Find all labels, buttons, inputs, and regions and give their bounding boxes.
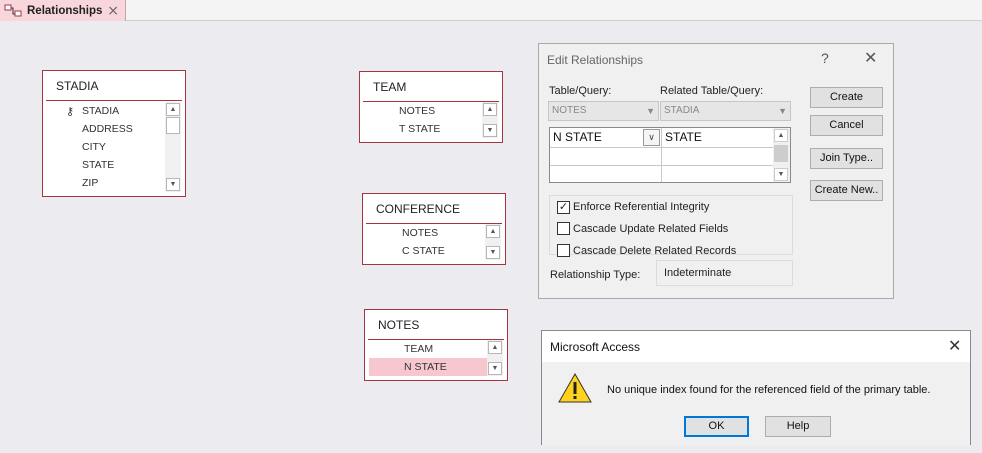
field-name: STADIA (82, 105, 120, 117)
vertical-scrollbar[interactable]: ▲ ▼ (482, 102, 498, 138)
cascade-update-label: Cascade Update Related Fields (573, 223, 729, 235)
chevron-down-icon: ▼ (778, 106, 787, 116)
field-row[interactable]: ⚷ STADIA (47, 102, 181, 120)
table-team[interactable]: TEAM NOTES T STATE ▲ ▼ (359, 71, 503, 143)
field-mapping-grid[interactable]: N STATE ∨ STATE ▲ ▼ (549, 127, 791, 183)
table-conference[interactable]: CONFERENCE NOTES C STATE ▲ ▼ (362, 193, 506, 265)
message-text: No unique index found for the referenced… (607, 384, 931, 396)
scroll-down-arrow-icon[interactable]: ▼ (488, 362, 502, 375)
table-title[interactable]: TEAM (363, 72, 499, 102)
field-row[interactable]: ZIP (47, 174, 181, 192)
field-list: NOTES T STATE ▲ ▼ (364, 102, 498, 138)
options-group: ✓ Enforce Referential Integrity Cascade … (549, 195, 793, 257)
grid-divider (550, 147, 774, 148)
ok-button[interactable]: OK (684, 416, 749, 437)
cascade-delete-checkbox[interactable] (557, 244, 570, 257)
primary-key-icon: ⚷ (66, 106, 75, 118)
document-tab-bar: Relationships ⨯ (0, 0, 982, 21)
message-title: Microsoft Access (550, 340, 641, 354)
enforce-integrity-checkbox[interactable]: ✓ (557, 201, 570, 214)
message-box: Microsoft Access ✕ No unique index found… (541, 330, 971, 445)
scroll-down-arrow-icon[interactable]: ▼ (166, 178, 180, 191)
field-list: TEAM N STATE ▲ ▼ (369, 340, 503, 376)
scroll-thumb[interactable] (774, 145, 788, 162)
vertical-scrollbar[interactable]: ▲ ▼ (165, 102, 181, 192)
field-row[interactable]: C STATE (367, 242, 501, 260)
scroll-up-arrow-icon[interactable]: ▲ (483, 103, 497, 116)
tab-relationships[interactable]: Relationships ⨯ (0, 0, 126, 21)
scroll-down-arrow-icon[interactable]: ▼ (483, 124, 497, 137)
related-table-select[interactable]: STADIA ▼ (660, 101, 791, 121)
dialog-title: Edit Relationships (547, 53, 644, 67)
warning-icon (558, 373, 592, 403)
scroll-up-arrow-icon[interactable]: ▲ (486, 225, 500, 238)
scroll-down-arrow-icon[interactable]: ▼ (486, 246, 500, 259)
scroll-down-arrow-icon[interactable]: ▼ (774, 168, 788, 181)
relationships-icon (4, 4, 22, 16)
enforce-integrity-label: Enforce Referential Integrity (573, 201, 710, 213)
field-list: NOTES C STATE ▲ ▼ (367, 224, 501, 260)
create-new-button[interactable]: Create New.. (810, 180, 883, 201)
field-row[interactable]: STATE (47, 156, 181, 174)
table-title[interactable]: NOTES (368, 310, 504, 340)
message-footer: OK Help (542, 408, 970, 445)
table-stadia[interactable]: STADIA ⚷ STADIA ADDRESS CITY STATE ZIP ▲… (42, 70, 186, 197)
chevron-down-icon: ▼ (646, 106, 655, 116)
create-button[interactable]: Create (810, 87, 883, 108)
chevron-down-icon[interactable]: ∨ (643, 129, 660, 146)
scroll-up-arrow-icon[interactable]: ▲ (166, 103, 180, 116)
cancel-button[interactable]: Cancel (810, 115, 883, 136)
edit-relationships-dialog: Edit Relationships ? ✕ Table/Query: Rela… (538, 43, 894, 299)
cascade-update-checkbox[interactable] (557, 222, 570, 235)
field-row[interactable]: NOTES (367, 224, 501, 242)
related-table-value: STADIA (664, 105, 700, 116)
close-icon[interactable]: ✕ (948, 336, 961, 356)
grid-scrollbar[interactable]: ▲ ▼ (773, 128, 790, 182)
table-query-select[interactable]: NOTES ▼ (548, 101, 659, 121)
relationship-type-value: Indeterminate (656, 260, 793, 286)
table-title[interactable]: STADIA (46, 71, 182, 101)
join-type-button[interactable]: Join Type.. (810, 148, 883, 169)
table-notes[interactable]: NOTES TEAM N STATE ▲ ▼ (364, 309, 508, 381)
table-title[interactable]: CONFERENCE (366, 194, 502, 224)
message-body: No unique index found for the referenced… (542, 362, 970, 408)
relationship-type-label: Relationship Type: (550, 269, 641, 281)
close-icon[interactable]: ✕ (864, 48, 877, 68)
related-table-label: Related Table/Query: (660, 85, 764, 97)
tab-close-icon[interactable]: ⨯ (107, 2, 119, 19)
grid-divider (550, 165, 774, 166)
help-button[interactable]: Help (765, 416, 831, 437)
table-query-value: NOTES (552, 105, 587, 116)
help-icon[interactable]: ? (821, 50, 829, 66)
field-row[interactable]: T STATE (364, 120, 498, 138)
grid-right-cell[interactable]: STATE (662, 128, 772, 146)
field-row[interactable]: NOTES (364, 102, 498, 120)
field-row[interactable]: CITY (47, 138, 181, 156)
scroll-up-arrow-icon[interactable]: ▲ (774, 129, 788, 142)
field-row-selected[interactable]: N STATE (369, 358, 503, 376)
field-row[interactable]: TEAM (369, 340, 503, 358)
tab-label: Relationships (27, 4, 103, 17)
table-query-label: Table/Query: (549, 85, 612, 97)
field-list: ⚷ STADIA ADDRESS CITY STATE ZIP ▲ ▼ (47, 102, 181, 192)
cascade-delete-label: Cascade Delete Related Records (573, 245, 737, 257)
vertical-scrollbar[interactable]: ▲ ▼ (485, 224, 501, 260)
scroll-up-arrow-icon[interactable]: ▲ (488, 341, 502, 354)
field-row[interactable]: ADDRESS (47, 120, 181, 138)
scroll-thumb[interactable] (166, 117, 180, 134)
vertical-scrollbar[interactable]: ▲ ▼ (487, 340, 503, 376)
